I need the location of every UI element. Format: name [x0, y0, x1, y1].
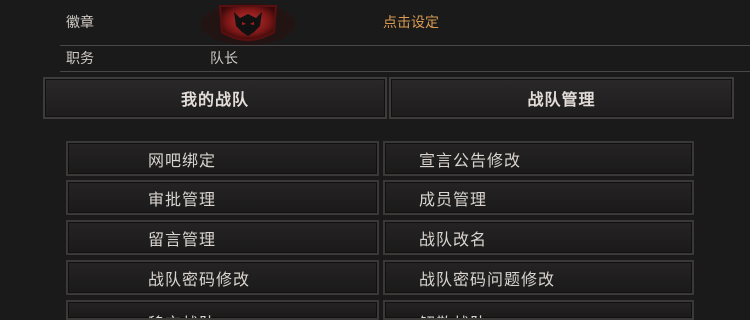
tab-team-management-label: 战队管理 [527, 90, 596, 109]
button-label: 留言管理 [148, 229, 217, 249]
rename-team-button[interactable]: 战队改名 [383, 220, 694, 255]
internet-cafe-binding-button[interactable]: 网吧绑定 [66, 141, 379, 176]
position-value: 队长 [210, 51, 238, 67]
divider [60, 45, 750, 46]
button-label: 移交战队 [148, 310, 216, 318]
disband-team-button[interactable]: 解散战队 [383, 300, 694, 320]
button-label: 宣言公告修改 [419, 150, 522, 170]
button-label: 战队密码问题修改 [419, 269, 556, 289]
set-emblem-link[interactable]: 点击设定 [383, 12, 439, 32]
emblem-label: 徽章 [66, 15, 94, 31]
button-label: 审批管理 [148, 189, 217, 209]
position-label: 职务 [66, 51, 94, 67]
message-management-button[interactable]: 留言管理 [66, 220, 379, 255]
transfer-team-button[interactable]: 移交战队 [66, 300, 379, 320]
change-password-question-button[interactable]: 战队密码问题修改 [383, 260, 694, 295]
tab-my-team-label: 我的战队 [180, 90, 249, 109]
member-management-button[interactable]: 成员管理 [383, 180, 694, 215]
tab-my-team[interactable]: 我的战队 [43, 77, 387, 119]
edit-declaration-button[interactable]: 宣言公告修改 [383, 141, 694, 176]
team-emblem-icon [201, 3, 295, 45]
button-label: 解散战队 [419, 310, 487, 318]
button-label: 网吧绑定 [148, 150, 217, 170]
divider [60, 71, 750, 72]
tab-team-management[interactable]: 战队管理 [389, 77, 734, 119]
button-label: 战队密码修改 [148, 269, 251, 289]
button-label: 战队改名 [419, 229, 488, 249]
change-team-password-button[interactable]: 战队密码修改 [66, 260, 379, 295]
approval-management-button[interactable]: 审批管理 [66, 180, 379, 215]
button-label: 成员管理 [419, 189, 488, 209]
